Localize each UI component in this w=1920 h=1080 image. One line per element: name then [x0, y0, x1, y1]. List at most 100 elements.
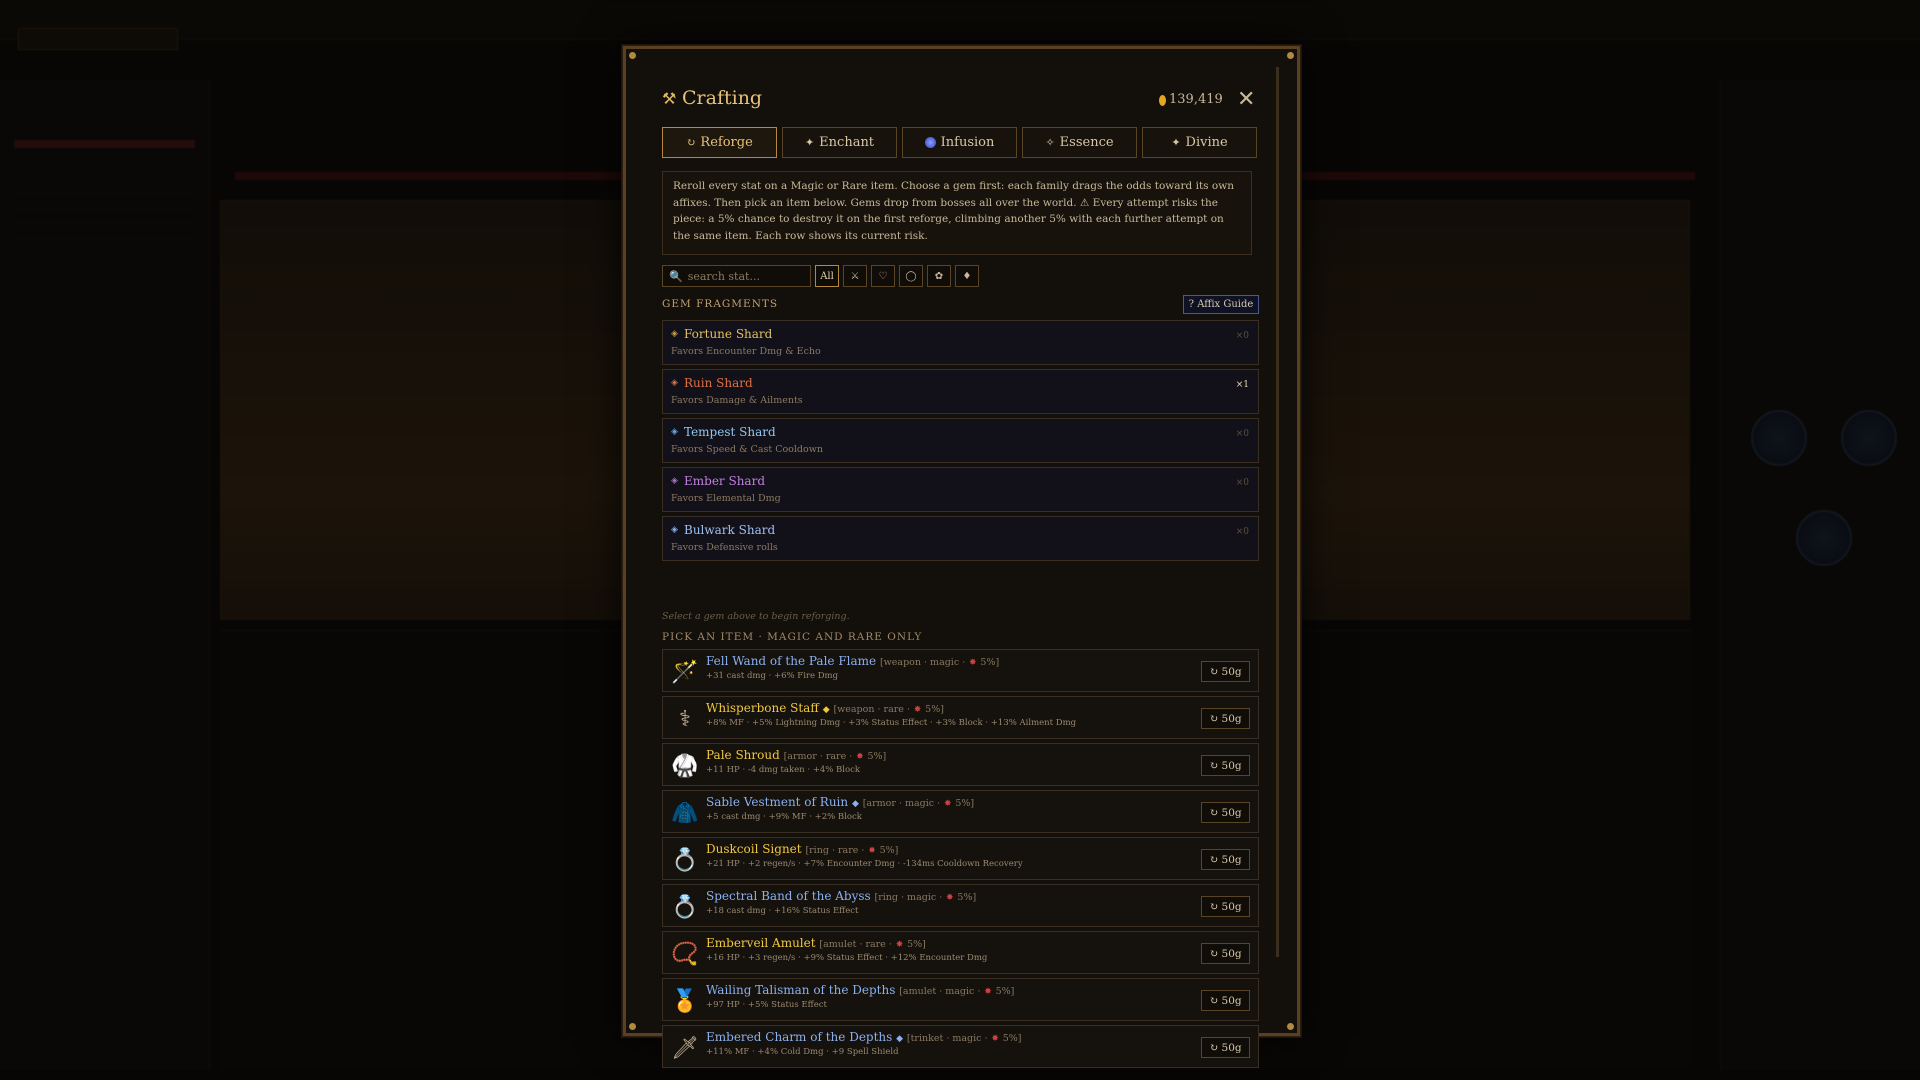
close-button[interactable]: ✕ [1237, 87, 1255, 112]
item-meta: [armor · magic · [862, 798, 941, 809]
reforge-cost-button[interactable]: ↻ 50g [1201, 943, 1250, 964]
filter-gem-icon[interactable]: ♦ [955, 265, 979, 287]
item-row[interactable]: 💍 Spectral Band of the Abyss [ring · magi… [662, 884, 1259, 927]
item-stats: +11% MF · +4% Cold Dmg · +9 Spell Shield [706, 1047, 899, 1057]
item-title-line: Whisperbone Staff ◆ [weapon · rare · ✸ 5… [706, 701, 944, 715]
risk-icon: ✸ [991, 1034, 999, 1044]
item-risk: 5%] [925, 704, 944, 715]
item-stats: +31 cast dmg · +6% Fire Dmg [706, 671, 839, 681]
gem-description: Favors Encounter Dmg & Echo [671, 346, 821, 357]
gem-count: ×1 [1235, 380, 1249, 390]
item-row[interactable]: ⚕ Whisperbone Staff ◆ [weapon · rare · ✸ … [662, 696, 1259, 739]
stat-filters: 🔍 search stat... All ⚔ ♡ ◯ ✿ ♦ [662, 265, 979, 287]
gem-row[interactable]: ◈ Ember Shard Favors Elemental Dmg ×0 [662, 467, 1259, 512]
reforge-cost-button[interactable]: ↻ 50g [1201, 1037, 1250, 1058]
tab-divine[interactable]: ✦ Divine [1142, 127, 1257, 158]
reforge-cost-button[interactable]: ↻ 50g [1201, 661, 1250, 682]
gem-name: Bulwark Shard [684, 523, 776, 537]
gem-name: Ember Shard [684, 474, 765, 488]
item-risk: 5%] [995, 986, 1015, 997]
tab-reforge[interactable]: ↻ Reforge [662, 127, 777, 158]
gem-description: Favors Elemental Dmg [671, 493, 781, 504]
reforge-cost-button[interactable]: ↻ 50g [1201, 755, 1250, 776]
gem-icon: ◈ [671, 525, 678, 535]
search-input[interactable]: 🔍 search stat... [662, 265, 811, 287]
filter-sword-icon[interactable]: ⚔ [843, 265, 867, 287]
item-stats: +11 HP · -4 dmg taken · +4% Block [706, 765, 861, 775]
gem-row[interactable]: ◈ Fortune Shard Favors Encounter Dmg & Ech… [662, 320, 1259, 365]
item-risk: 5%] [907, 939, 926, 950]
item-name: Embered Charm of the Depths [706, 1030, 893, 1044]
item-icon: 💍 [671, 894, 699, 920]
gem-icon: ◈ [671, 378, 678, 388]
item-risk: 5%] [879, 845, 899, 856]
item-icon: 📿 [671, 941, 699, 967]
gem-count: ×0 [1235, 331, 1249, 341]
item-meta: [amulet · rare · [819, 939, 892, 950]
gem-row[interactable]: ◈ Ruin Shard Favors Damage & Ailments ×1 [662, 369, 1259, 414]
gem-description: Favors Speed & Cast Cooldown [671, 444, 823, 455]
gem-count: ×0 [1235, 429, 1249, 439]
modal-title: Crafting [682, 87, 763, 109]
affix-guide-button[interactable]: ? Affix Guide [1183, 295, 1259, 314]
modal-scrollbar[interactable] [1276, 67, 1279, 957]
item-meta: [weapon · magic · [879, 657, 966, 668]
gem-row[interactable]: ◈ Bulwark Shard Favors Defensive rolls ×0 [662, 516, 1259, 561]
gem-icon: ◈ [671, 427, 678, 437]
reforge-description: Reroll every stat on a Magic or Rare ite… [662, 171, 1252, 255]
reforge-cost-button[interactable]: ↻ 50g [1201, 849, 1250, 870]
item-title-line: Emberveil Amulet [amulet · rare · ✸ 5%] [706, 936, 926, 950]
item-risk: 5%] [955, 798, 975, 809]
item-name: Whisperbone Staff [706, 701, 819, 715]
filter-ring-icon[interactable]: ◯ [899, 265, 923, 287]
item-name: Pale Shroud [706, 748, 780, 762]
item-row[interactable]: 🗡 Embered Charm of the Depths ◆ [trinket … [662, 1025, 1259, 1068]
item-row[interactable]: 📿 Emberveil Amulet [amulet · rare · ✸ 5%]… [662, 931, 1259, 974]
gem-description: Favors Damage & Ailments [671, 395, 803, 406]
risk-icon: ✸ [895, 940, 904, 950]
filter-flower-icon[interactable]: ✿ [927, 265, 951, 287]
risk-icon: ✸ [868, 846, 876, 856]
gem-section-label: GEM FRAGMENTS [662, 298, 779, 310]
item-icon: ⚕ [679, 706, 691, 732]
risk-icon: ✸ [984, 987, 992, 997]
item-icon: 🪄 [671, 659, 699, 685]
item-title-line: Fell Wand of the Pale Flame [weapon · ma… [706, 654, 999, 668]
gem-row[interactable]: ◈ Tempest Shard Favors Speed & Cast Cooldo… [662, 418, 1259, 463]
filter-all[interactable]: All [815, 265, 839, 287]
tab-essence[interactable]: ✧ Essence [1022, 127, 1137, 158]
reforge-cost-button[interactable]: ↻ 50g [1201, 802, 1250, 823]
item-row[interactable]: 🥋 Pale Shroud [armor · rare · ✸ 5%] +11 HP… [662, 743, 1259, 786]
sparkle-icon: ✦ [804, 136, 815, 149]
item-stats: +21 HP · +2 regen/s · +7% Encounter Dmg … [706, 859, 1023, 869]
item-stats: +18 cast dmg · +16% Status Effect [706, 906, 859, 916]
tab-enchant[interactable]: ✦ Enchant [782, 127, 897, 158]
item-meta: [trinket · magic · [906, 1033, 988, 1044]
item-stats: +8% MF · +5% Lightning Dmg · +3% Status … [706, 718, 1077, 728]
item-meta: [weapon · rare · [833, 704, 910, 715]
reforge-cost-button[interactable]: ↻ 50g [1201, 708, 1250, 729]
item-row[interactable]: 🏅 Wailing Talisman of the Depths [amulet … [662, 978, 1259, 1021]
star-icon: ◆ [851, 799, 859, 809]
item-title-line: Pale Shroud [armor · rare · ✸ 5%] [706, 748, 886, 762]
item-row[interactable]: 🧥 Sable Vestment of Ruin ◆ [armor · magic… [662, 790, 1259, 833]
star-icon: ◆ [896, 1034, 904, 1044]
infusion-orb-icon [924, 137, 936, 148]
gem-name: Fortune Shard [684, 327, 773, 341]
item-risk: 5%] [1002, 1033, 1022, 1044]
item-icon: 💍 [671, 847, 699, 873]
coin-icon [1159, 95, 1166, 106]
item-row[interactable]: 💍 Duskcoil Signet [ring · rare · ✸ 5%] +21… [662, 837, 1259, 880]
item-icon: 🏅 [671, 988, 699, 1014]
gem-name: Ruin Shard [684, 376, 753, 390]
gem-count: ×0 [1235, 527, 1249, 537]
reforge-cost-button[interactable]: ↻ 50g [1201, 990, 1250, 1011]
filter-heart-icon[interactable]: ♡ [871, 265, 895, 287]
risk-icon: ✸ [913, 705, 922, 715]
reforge-cost-button[interactable]: ↻ 50g [1201, 896, 1250, 917]
item-icon: 🧥 [671, 800, 699, 826]
item-risk: 5%] [867, 751, 887, 762]
item-icon: 🗡 [671, 1035, 699, 1061]
item-row[interactable]: 🪄 Fell Wand of the Pale Flame [weapon · m… [662, 649, 1259, 692]
tab-infusion[interactable]: Infusion [902, 127, 1017, 158]
